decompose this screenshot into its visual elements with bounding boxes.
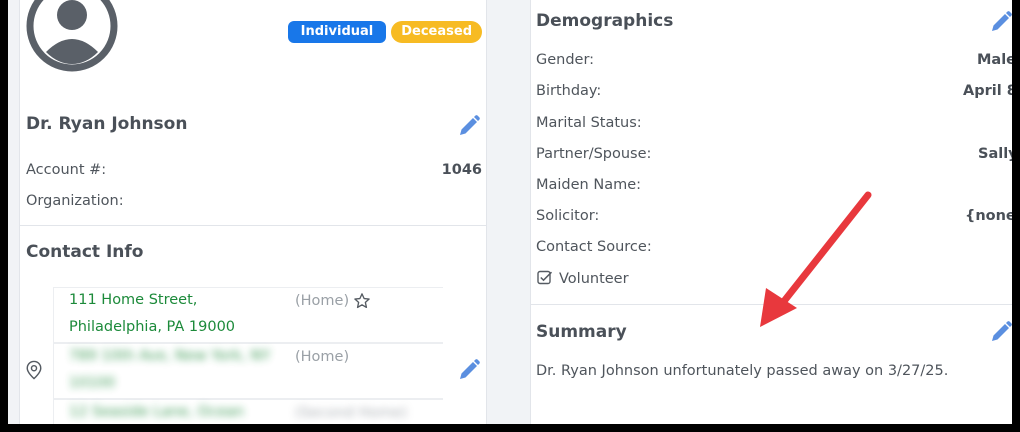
organization-label: Organization: [26, 193, 124, 209]
demographics-title: Demographics [536, 11, 674, 31]
address-1-tag: (Home) [295, 293, 350, 309]
summary-title: Summary [536, 322, 627, 342]
profile-name: Dr. Ryan Johnson [26, 114, 188, 134]
summary-text: Dr. Ryan Johnson unfortunately passed aw… [536, 363, 949, 379]
volunteer-label: Volunteer [559, 271, 629, 287]
address-3-tag: (Second Home) [295, 405, 408, 421]
avatar-icon [26, 0, 118, 72]
address-1-line1[interactable]: 111 Home Street, [69, 292, 197, 308]
section-divider [531, 304, 1012, 305]
edit-summary-pencil-icon[interactable] [989, 320, 1012, 344]
address-2-line2[interactable]: 10100 [69, 375, 115, 391]
solicitor-label: Solicitor: [536, 208, 600, 224]
gender-value: Male [977, 52, 1012, 68]
badge-group: Individual Deceased [287, 21, 482, 43]
partner-spouse-value[interactable]: Sally [978, 146, 1012, 162]
type-badge: Individual [287, 21, 387, 43]
birthday-label: Birthday: [536, 83, 602, 99]
star-icon[interactable] [353, 292, 371, 310]
address-2-tag: (Home) [295, 349, 350, 365]
marital-status-label: Marital Status: [536, 115, 642, 131]
edit-demographics-pencil-icon[interactable] [989, 10, 1012, 34]
contact-info-title: Contact Info [26, 242, 144, 262]
app-frame: Individual Deceased Dr. Ryan Johnson Acc… [8, 0, 1012, 424]
checkbox-checked-icon[interactable] [537, 270, 553, 286]
status-badge: Deceased [391, 21, 482, 43]
address-1-line2[interactable]: Philadelphia, PA 19000 [69, 319, 235, 335]
contact-source-label: Contact Source: [536, 239, 652, 255]
maiden-name-label: Maiden Name: [536, 177, 642, 193]
map-pin-icon [26, 360, 42, 380]
account-value: 1046 [441, 162, 482, 178]
solicitor-value: {none} [965, 208, 1012, 224]
address-2-line1[interactable]: 789 10th Ave, New York, NY [69, 348, 270, 364]
edit-contact-pencil-icon[interactable] [457, 358, 481, 382]
address-3-line1[interactable]: 12 Seaside Lane, Ocean [69, 404, 244, 420]
details-panel: Demographics Gender: Male Birthday: Apri… [530, 0, 1012, 424]
profile-panel: Individual Deceased Dr. Ryan Johnson Acc… [19, 0, 487, 424]
section-divider [20, 225, 486, 226]
edit-profile-pencil-icon[interactable] [457, 114, 481, 138]
partner-spouse-label: Partner/Spouse: [536, 146, 652, 162]
account-label: Account #: [26, 162, 107, 178]
gender-label: Gender: [536, 52, 595, 68]
birthday-value: April 8 [963, 83, 1012, 99]
